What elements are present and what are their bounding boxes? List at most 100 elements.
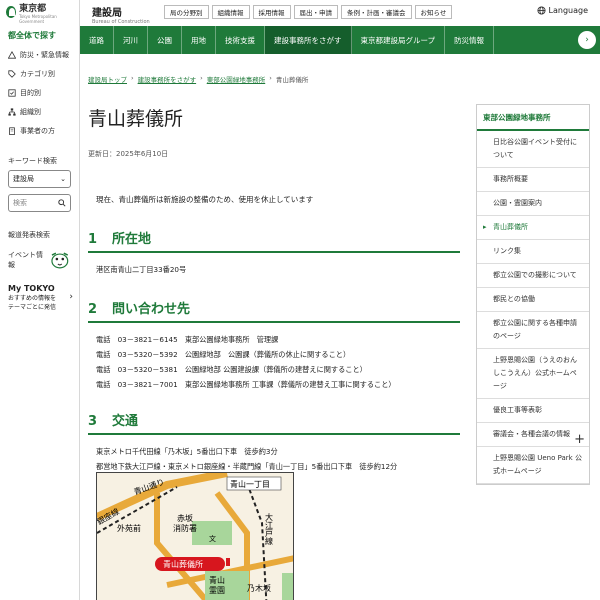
header-link-recruit[interactable]: 採用情報 [252,5,291,19]
rightbar-item-label: 審議会・各種会議の情報 [493,430,570,438]
section-title: 所在地 [112,232,152,247]
language-button[interactable]: Language [536,6,588,15]
section-heading-contact: 2 問い合わせ先 [88,298,460,323]
nav-item-rivers[interactable]: 河川 [114,26,148,54]
map-label-nogizaka: 乃木坂 [247,583,271,593]
map-label-funeral-hall: 青山葬儀所 [163,559,203,569]
top-header: 建設局 Bureau of Construction 局の分野別 組織情報 採用… [80,0,600,26]
rightbar-item-hibiya-events[interactable]: 日比谷公園イベント受付について [477,131,589,168]
chevron-down-icon: ⌄ [60,175,66,183]
breadcrumb-eastern-office[interactable]: 東部公園緑地事務所 [207,74,266,84]
nav-item-bureau-group[interactable]: 東京都建設局グループ [352,26,446,54]
rightbar-item-park-guide[interactable]: 公園・霊園案内 [477,192,589,216]
press-release-link[interactable]: 報道発表検索 [0,230,79,240]
header-links: 局の分野別 組織情報 採用情報 届出・申請 条例・計画・審議会 お知らせ [164,5,453,19]
sidebar-item-label: 防災・緊急情報 [20,50,69,59]
search-icon [58,199,66,207]
section-heading-access: 3 交通 [88,410,460,435]
expand-plus-icon[interactable]: + [574,433,585,446]
bureau-select-value: 建設局 [13,175,34,183]
search-input[interactable]: 検索 [8,194,71,212]
rightbar-item-collaboration[interactable]: 都民との協働 [477,288,589,312]
contact-list: 電話 03－3821－6145 東部公園緑地事務所 管理課 電話 03－5320… [96,332,396,392]
language-label: Language [548,6,588,15]
sidebar-item-label: カテゴリ別 [20,69,55,78]
map-label-gaienmae: 外苑前 [117,523,141,533]
rightbar-item-filming[interactable]: 都立公園での撮影について [477,264,589,288]
header-link-fields[interactable]: 局の分野別 [164,5,209,19]
location-text: 港区南青山二丁目33番20号 [96,262,186,277]
site-logo[interactable]: 建設局 Bureau of Construction [92,4,150,25]
mytokyo-banner[interactable]: My TOKYO おすすめの情報を テーマごとに発信 › [0,278,79,317]
nav-item-find-office[interactable]: 建設事務所をさがす [265,26,352,54]
nav-item-tech-support[interactable]: 技術支援 [216,26,265,54]
keyword-search-label: キーワード検索 [8,157,57,165]
map-school-icon: 文 [209,534,216,543]
nav-item-land[interactable]: 用地 [182,26,216,54]
tokyo-emblem-icon [6,6,17,18]
map-drawing: 青山一丁目 青山通り 銀座線 外苑前 赤坂 消防署 大江戸線 文 青山葬儀所 青… [97,473,293,600]
header-link-organization[interactable]: 組織情報 [211,5,250,19]
rightbar-item-awards[interactable]: 優良工事等表彰 [477,399,589,423]
sidebar-item-organization[interactable]: 組織別 [0,102,79,121]
left-sidebar: 東京都 Tokyo Metropolitan Government 都全体で探す… [0,0,80,600]
map-location-marker-icon [226,558,230,566]
bureau-select[interactable]: 建設局 ⌄ [8,170,71,188]
check-list-icon [8,88,16,97]
right-sidebar-title[interactable]: 東部公園緑地事務所 [477,105,589,131]
map-label-cemetery2: 霊園 [209,586,225,595]
map-label-akasaka: 赤坂 [177,513,193,523]
map-label-aoyama-itchome: 青山一丁目 [230,479,270,489]
building-icon [9,126,15,135]
nav-item-disaster-info[interactable]: 防災情報 [445,26,495,54]
page-title: 青山葬儀所 [88,108,184,130]
updated-date: 更新日：2025年6月10日 [88,150,169,158]
sidebar-item-category[interactable]: カテゴリ別 [0,64,79,83]
logo-name: 東京都 [19,3,47,14]
contact-line: 電話 03－5320－5381 公園緑地部 公園建設課（葬儀所の建替えに関するこ… [96,365,367,374]
sidebar-item-disaster[interactable]: 防災・緊急情報 [0,45,79,64]
access-map: 青山一丁目 青山通り 銀座線 外苑前 赤坂 消防署 大江戸線 文 青山葬儀所 青… [96,472,294,600]
rightbar-item-links[interactable]: リンク集 [477,240,589,264]
section-number: 1 [88,232,98,247]
map-green-east [282,573,293,600]
search-placeholder: 検索 [13,199,27,207]
contact-line: 電話 03－3821－6145 東部公園緑地事務所 管理課 [96,335,279,344]
header-link-application[interactable]: 届出・申請 [293,5,338,19]
contact-line: 電話 03－3821－7001 東部公園緑地事務所 工事課（葬儀所の建替え工事に… [96,380,396,389]
site-name-en: Bureau of Construction [92,19,150,25]
rightbar-item-applications[interactable]: 都立公園に関する各種申請のページ [477,312,589,349]
nav-next-arrow-icon[interactable]: › [578,31,596,49]
tag-icon [8,69,16,78]
rightbar-item-aoyama-funeral[interactable]: 青山葬儀所 [477,216,589,240]
nav-item-roads[interactable]: 道路 [80,26,114,54]
tokyo-logo[interactable]: 東京都 Tokyo Metropolitan Government [0,0,79,24]
breadcrumb-find-office[interactable]: 建設事務所をさがす [138,74,197,84]
rightbar-item-councils[interactable]: 審議会・各種会議の情報 + [477,423,589,447]
logo-sub: Tokyo Metropolitan Government [19,13,57,24]
rightbar-item-ueno-park[interactable]: 上野恩賜公園 Ueno Park 公式ホームページ [477,447,589,484]
rightbar-item-ueno-official[interactable]: 上野恩賜公園（うえのおんしこうえん）公式ホームページ [477,349,589,399]
mytokyo-text1: おすすめの情報を [8,295,57,302]
breadcrumb: 建設局トップ › 建設事務所をさがす › 東部公園緑地事務所 › 青山葬儀所 [88,74,309,84]
access-line: 東京メトロ千代田線「乃木坂」5番出口下車 徒歩約3分 [96,447,278,456]
rightbar-item-office-overview[interactable]: 事務所概要 [477,168,589,192]
chevron-right-icon: › [69,292,73,302]
header-link-ordinance[interactable]: 条例・計画・審議会 [341,5,412,19]
sidebar-item-purpose[interactable]: 目的別 [0,83,79,102]
sidebar-item-business[interactable]: 事業者の方 [0,121,79,140]
section-title: 問い合わせ先 [112,302,191,317]
mytokyo-text2: テーマごとに発信 [8,304,57,311]
intro-text: 現在、青山葬儀所は新施設の整備のため、使用を休止しています [96,195,314,204]
globe-icon [536,6,546,15]
sidebar-title: 都全体で探す [8,31,56,40]
site-name: 建設局 [92,8,122,19]
mytokyo-title: My TOKYO [8,284,55,293]
nav-item-parks[interactable]: 公園 [148,26,182,54]
header-link-news[interactable]: お知らせ [414,5,453,19]
main-navigation: 道路 河川 公園 用地 技術支援 建設事務所をさがす 東京都建設局グループ 防災… [80,26,600,54]
contact-line: 電話 03－5320－5392 公園緑地部 公園課（葬儀所の休止に関すること） [96,350,351,359]
breadcrumb-top[interactable]: 建設局トップ [88,74,127,84]
event-info-link[interactable]: イベント情報 [0,250,79,270]
breadcrumb-current: 青山葬儀所 [275,76,309,84]
